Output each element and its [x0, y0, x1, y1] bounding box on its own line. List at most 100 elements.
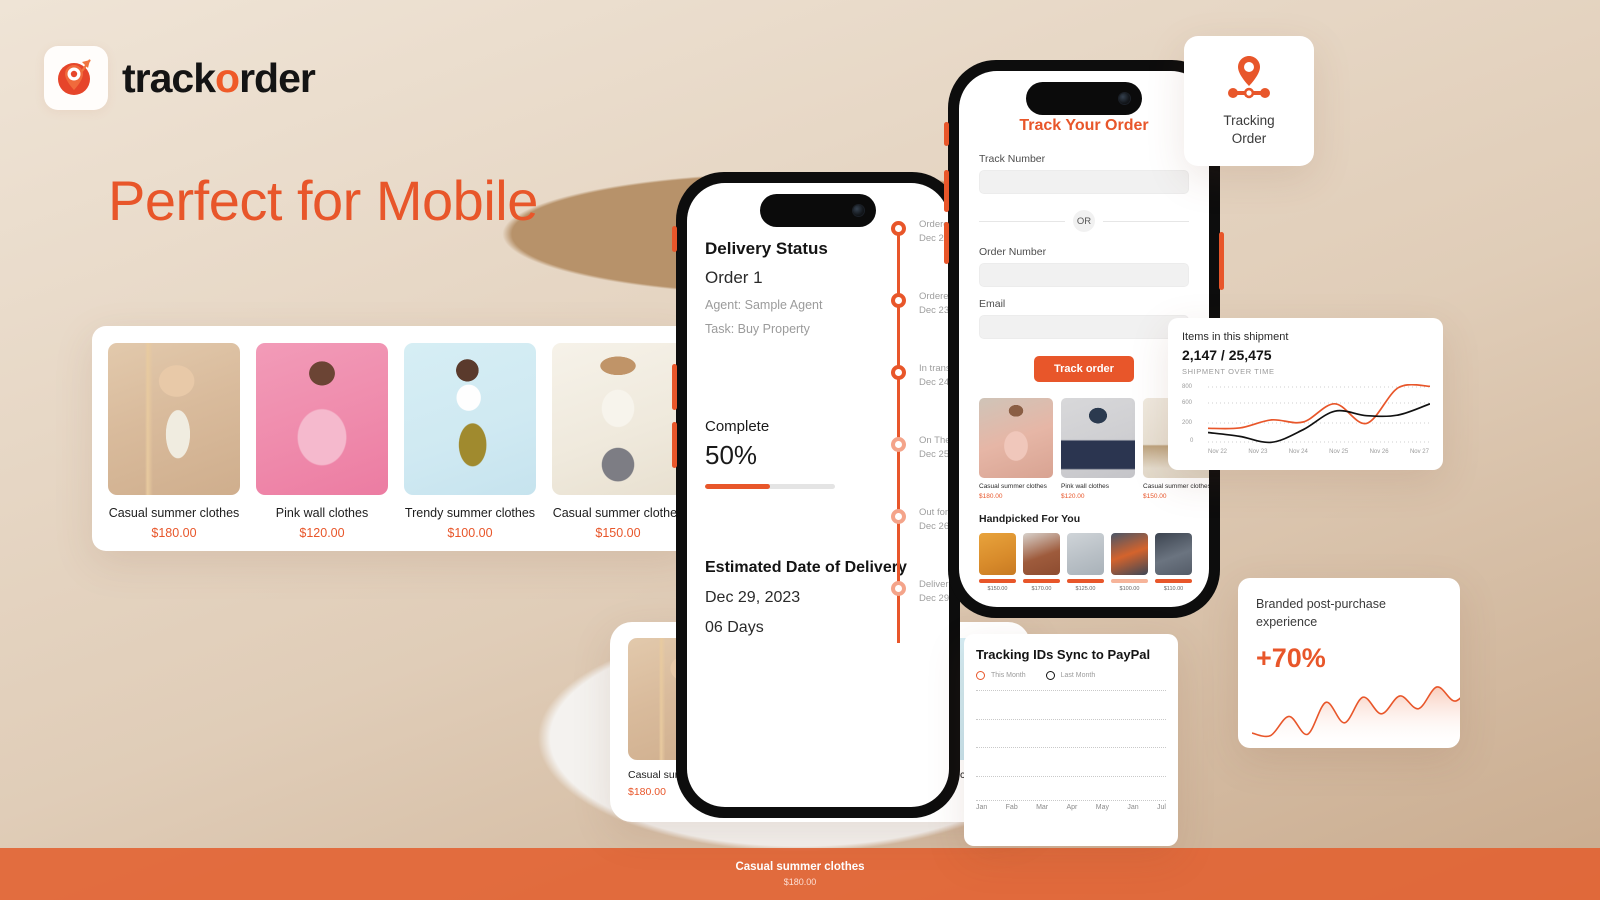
paypal-chart-title: Tracking IDs Sync to PayPal [976, 647, 1151, 662]
handpicked-title: Handpicked For You [979, 513, 1081, 525]
paypal-chart-card: Tracking IDs Sync to PayPal This Month L… [964, 634, 1178, 846]
timeline-step: Delivered Dec 29 [891, 579, 949, 651]
handpicked-price: $125.00 [1075, 586, 1096, 592]
handpicked-item[interactable]: $170.00 [1023, 533, 1060, 592]
phone-notch [1026, 82, 1142, 115]
x-tick: Nov 25 [1329, 449, 1349, 455]
legend-this-month[interactable]: This Month [976, 671, 1026, 680]
timeline-step-label: Delivered [919, 579, 949, 590]
legend-label-this-month: This Month [991, 672, 1026, 679]
paypal-chart-xaxis: Jan Fab Mar Apr May Jan Jul [976, 804, 1166, 811]
track-number-input[interactable] [979, 170, 1189, 194]
delivery-status-phone: Delivery Status Order 1 Agent: Sample Ag… [672, 172, 964, 818]
divider-line-right [1103, 220, 1189, 222]
y-tick-0: 0 [1190, 438, 1194, 444]
timeline-step-text: Out for Delivery Dec 26 [919, 506, 949, 534]
y-tick-600: 600 [1182, 400, 1193, 406]
product-price: $180.00 [979, 493, 1003, 500]
x-tick: Apr [1066, 804, 1078, 811]
handpicked-bar [1111, 579, 1148, 583]
logo-badge [44, 46, 108, 110]
handpicked-item[interactable]: $110.00 [1155, 533, 1192, 592]
branded-card-title: Branded post-purchase experience [1256, 597, 1386, 629]
legend-label-last-month: Last Month [1060, 672, 1096, 679]
handpicked-item[interactable]: $100.00 [1111, 533, 1148, 592]
product-card[interactable]: Casual summer clothes $180.00 [108, 343, 240, 540]
brand-logo[interactable]: trackorder [44, 46, 316, 110]
x-tick: Mar [1036, 804, 1049, 811]
y-tick-800: 800 [1182, 384, 1193, 390]
product-card[interactable]: Trendy summer clothes $100.00 [404, 343, 536, 540]
phone-side-button[interactable] [672, 226, 677, 252]
x-tick: May [1095, 804, 1109, 811]
shipment-chart-value: 2,147 / 25,475 [1182, 347, 1272, 363]
x-tick: Jan [976, 804, 988, 811]
timeline-dot [891, 365, 906, 380]
track-order-button[interactable]: Track order [1034, 356, 1134, 382]
tracking-order-line1: Tracking [1223, 112, 1275, 128]
product-name: Casual summer clothes [552, 506, 684, 520]
handpicked-thumbnail [1155, 533, 1192, 575]
product-card[interactable]: Casual summer clothes $150.00 [552, 343, 684, 540]
timeline-dot [891, 437, 906, 452]
shipment-chart-xaxis: Nov 22 Nov 23 Nov 24 Nov 25 Nov 26 Nov 2… [1182, 449, 1429, 455]
delivery-status-body: Delivery Status Order 1 Agent: Sample Ag… [687, 183, 949, 807]
track-products-grid: Casual summer clothes $180.00 Pink wall … [979, 398, 1209, 500]
handpicked-bar [979, 579, 1016, 583]
handpicked-bar [1155, 579, 1192, 583]
handpicked-item[interactable]: $150.00 [979, 533, 1016, 592]
product-price: $120.00 [1061, 493, 1085, 500]
timeline-step-date: Dec 29 [919, 592, 949, 604]
product-card[interactable]: Pink wall clothes $120.00 [1061, 398, 1135, 500]
legend-marker-this-month [976, 671, 985, 680]
handpicked-price: $100.00 [1119, 586, 1140, 592]
timeline-step-label: Ordered Ready [919, 291, 949, 302]
product-name: Trendy summer clothes [404, 506, 536, 520]
phone-side-button[interactable] [944, 122, 949, 146]
handpicked-item[interactable]: $125.00 [1067, 533, 1104, 592]
y-tick-200: 200 [1182, 420, 1193, 426]
timeline-step: Out for Delivery Dec 26 [891, 507, 949, 579]
handpicked-thumbnail [979, 533, 1016, 575]
timeline-step-date: Dec 24 [919, 376, 949, 388]
order-number-input[interactable] [979, 263, 1189, 287]
timeline-step-label: Out for Delivery [919, 507, 949, 518]
timeline-step-date: Dec 23 [919, 304, 949, 316]
timeline-step-date: Dec 26 [919, 520, 949, 532]
poster-stage: trackorder Perfect for Mobile Casual sum… [0, 0, 1600, 900]
timeline-dot [891, 293, 906, 308]
x-tick: Nov 27 [1409, 449, 1429, 455]
or-label: OR [1073, 210, 1095, 232]
product-name: Pink wall clothes [1061, 483, 1110, 490]
phone-volume-down-button[interactable] [672, 422, 677, 468]
timeline-step: On The Way Dec 25 [891, 435, 949, 507]
phone-volume-up-button[interactable] [944, 170, 949, 212]
timeline-step-text: In transit Dec 24 [919, 362, 949, 390]
track-order-title: Track Your Order [1019, 117, 1149, 134]
branded-card-area [1252, 686, 1460, 748]
shipment-series-shipped [1208, 384, 1430, 430]
paypal-chart-legend: This Month Last Month [976, 671, 1166, 680]
track-number-label: Track Number [979, 153, 1046, 165]
phone-power-button[interactable] [1219, 232, 1224, 290]
phone-volume-down-button[interactable] [944, 222, 949, 264]
branded-experience-card: Branded post-purchase experience +70% [1238, 578, 1460, 748]
product-thumbnail [979, 398, 1053, 478]
email-input[interactable] [979, 315, 1189, 339]
product-thumbnail [552, 343, 684, 495]
legend-last-month[interactable]: Last Month [1045, 671, 1096, 680]
handpicked-price: $110.00 [1163, 586, 1184, 592]
product-card[interactable]: Casual summer clothes $180.00 [979, 398, 1053, 500]
left-products-panel: Casual summer clothes $180.00 Pink wall … [92, 326, 692, 551]
product-thumbnail [256, 343, 388, 495]
product-thumbnail [108, 343, 240, 495]
product-card[interactable]: Pink wall clothes $120.00 [256, 343, 388, 540]
divider-line-left [979, 220, 1065, 222]
tracking-pin-route-icon [1228, 55, 1270, 98]
product-price: $150.00 [595, 526, 641, 540]
product-thumbnail [404, 343, 536, 495]
handpicked-price: $170.00 [1031, 586, 1052, 592]
phone-volume-up-button[interactable] [672, 364, 677, 410]
handpicked-price: $150.00 [987, 586, 1008, 592]
x-tick: Nov 24 [1288, 449, 1308, 455]
